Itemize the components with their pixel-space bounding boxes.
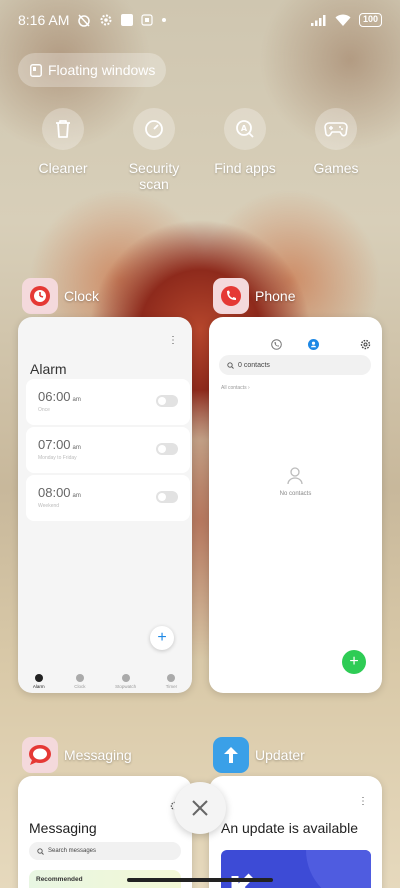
clock-tab-bar: Alarm Clock Stopwatch Timer (18, 674, 192, 689)
timer-icon (167, 674, 176, 682)
messaging-app-icon (22, 737, 58, 773)
call-log-icon[interactable] (271, 337, 282, 355)
recommended-title: Recommended (36, 876, 83, 883)
tab-alarm[interactable]: Alarm (33, 674, 45, 689)
cleaner-label: Cleaner (38, 160, 88, 176)
search-messages-input[interactable]: Search messages (29, 842, 181, 860)
alarm-repeat: Monday to Friday (38, 455, 77, 461)
person-icon (287, 467, 303, 490)
settings-icon (99, 13, 113, 27)
security-scan-button[interactable]: Security scan (109, 108, 199, 192)
games-label: Games (313, 160, 359, 176)
update-available-title: An update is available (221, 820, 358, 836)
stopwatch-icon (121, 674, 130, 682)
clear-all-button[interactable] (174, 782, 226, 834)
find-apps-icon: A (224, 108, 266, 150)
more-options-icon[interactable]: ⋮ (168, 336, 178, 346)
trash-icon (42, 108, 84, 150)
no-contacts-text: No contacts (279, 491, 312, 497)
contacts-count: 0 contacts (238, 361, 270, 369)
clock-app-name: Clock (64, 288, 100, 304)
phone-app-header[interactable]: Phone (213, 278, 295, 314)
security-scan-label: Security scan (128, 160, 180, 192)
status-left: 8:16 AM (18, 12, 167, 28)
alarm-toggle[interactable] (156, 443, 178, 455)
find-apps-label: Find apps (214, 160, 276, 176)
tab-stopwatch[interactable]: Stopwatch (115, 674, 136, 689)
update-logo-icon (231, 850, 371, 888)
wifi-icon (335, 14, 351, 26)
phone-app-icon (213, 278, 249, 314)
alarm-time: 07:00 am (38, 437, 81, 452)
clock-app-icon (22, 278, 58, 314)
alarm-icon (34, 674, 43, 682)
alarm-time: 08:00 am (38, 485, 81, 500)
clock-icon (75, 674, 84, 682)
alarm-off-icon (77, 13, 91, 27)
updater-app-card[interactable]: ⋮ An update is available (209, 776, 382, 888)
dot-icon (161, 17, 167, 23)
settings-icon[interactable] (360, 337, 371, 355)
all-contacts-filter[interactable]: All contacts › (221, 385, 250, 391)
battery-indicator: 100 (358, 13, 382, 27)
security-scan-icon (133, 108, 175, 150)
messaging-app-card[interactable]: Messaging Search messages Recommended (18, 776, 192, 888)
find-apps-button[interactable]: A Find apps (200, 108, 290, 176)
tab-clock[interactable]: Clock (74, 674, 85, 689)
close-icon (192, 800, 208, 816)
update-banner (221, 850, 371, 888)
updater-app-name: Updater (255, 747, 305, 763)
updater-app-icon (213, 737, 249, 773)
phone-app-card[interactable]: 0 contacts All contacts › No contacts + (209, 317, 382, 693)
square-icon (121, 14, 134, 26)
status-time: 8:16 AM (18, 12, 70, 28)
signal-icon (310, 14, 327, 26)
contacts-search-input[interactable]: 0 contacts (219, 355, 371, 375)
svg-text:A: A (241, 124, 248, 133)
phone-app-name: Phone (255, 288, 296, 304)
alarm-repeat: Weekend (38, 503, 60, 509)
alarm-row[interactable]: 08:00 am Weekend (26, 475, 190, 521)
memory-icon (141, 14, 153, 26)
search-messages-placeholder: Search messages (48, 848, 97, 854)
games-button[interactable]: Games (291, 108, 381, 176)
updater-app-header[interactable]: Updater (213, 737, 305, 773)
messaging-app-header[interactable]: Messaging (22, 737, 132, 773)
clock-app-card[interactable]: ⋮ Alarm 06:00 am Once 07:00 am Monday to F… (18, 317, 192, 693)
floating-windows-button[interactable]: Floating windows (18, 53, 166, 87)
alarm-time: 06:00 am (38, 389, 81, 404)
floating-window-icon (30, 63, 42, 77)
clock-screen-title: Alarm (30, 361, 67, 377)
search-icon (37, 847, 44, 855)
floating-windows-label: Floating windows (48, 62, 156, 78)
home-indicator[interactable] (127, 878, 273, 882)
add-alarm-button[interactable]: + (150, 626, 174, 650)
search-icon (227, 361, 234, 369)
messaging-screen-title: Messaging (29, 820, 97, 836)
cleaner-button[interactable]: Cleaner (18, 108, 108, 176)
alarm-toggle[interactable] (156, 395, 178, 407)
add-contact-button[interactable]: + (342, 650, 366, 674)
status-right: 100 (310, 13, 382, 27)
alarm-repeat: Once (38, 407, 50, 413)
alarm-toggle[interactable] (156, 491, 178, 503)
tab-timer[interactable]: Timer (166, 674, 177, 689)
gamepad-icon (315, 108, 357, 150)
contacts-icon[interactable] (308, 337, 319, 355)
alarm-row[interactable]: 07:00 am Monday to Friday (26, 427, 190, 473)
more-options-icon[interactable]: ⋮ (358, 797, 368, 807)
status-bar: 8:16 AM 100 (0, 0, 400, 40)
clock-app-header[interactable]: Clock (22, 278, 99, 314)
alarm-row[interactable]: 06:00 am Once (26, 379, 190, 425)
messaging-app-name: Messaging (64, 747, 132, 763)
